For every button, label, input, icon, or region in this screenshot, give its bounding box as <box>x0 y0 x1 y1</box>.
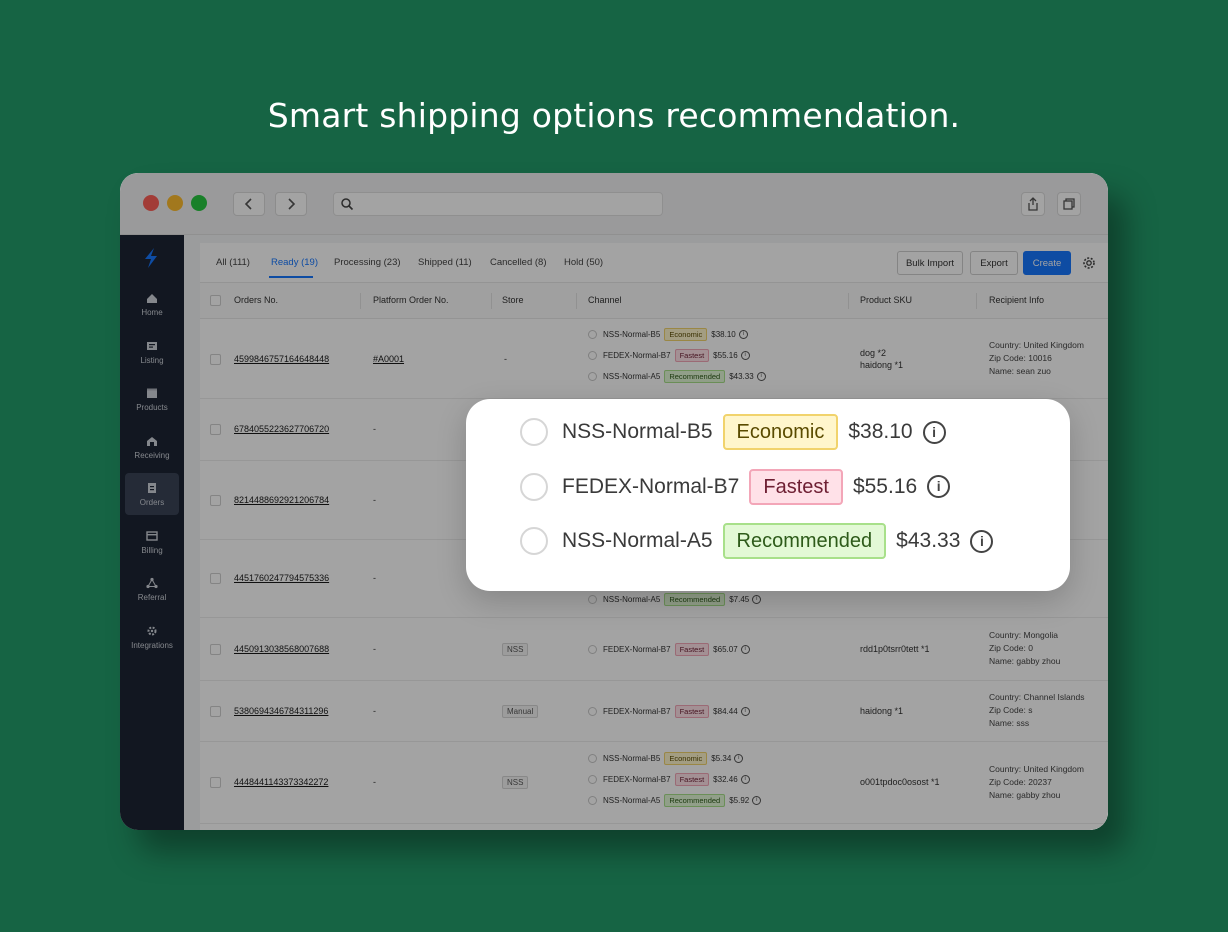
channel-radio[interactable] <box>520 472 548 501</box>
channel-radio[interactable] <box>520 527 548 555</box>
channel-tag: Fastest <box>749 468 843 505</box>
channel-price: $43.33 <box>896 529 961 552</box>
channel-name: NSS-Normal-A5 <box>562 529 713 552</box>
channel-radio[interactable] <box>520 418 548 446</box>
channel-tag: Economic <box>722 414 839 450</box>
channel-name: FEDEX-Normal-B7 <box>562 474 740 498</box>
channel-name: NSS-Normal-B5 <box>562 420 713 443</box>
channel-options-zoom: NSS-Normal-B5 Economic $38.10 i FEDEX-Normal… <box>466 399 1070 591</box>
info-icon[interactable]: i <box>970 529 994 553</box>
zoomed-channel-option[interactable]: NSS-Normal-A5 Recommended $43.33 i <box>520 522 994 560</box>
page-headline: Smart shipping options recommendation. <box>267 96 961 135</box>
zoomed-channel-option[interactable]: NSS-Normal-B5 Economic $38.10 i <box>520 413 946 451</box>
info-icon[interactable]: i <box>922 420 946 444</box>
info-icon[interactable]: i <box>927 475 951 498</box>
channel-price: $55.16 <box>852 474 918 498</box>
channel-price: $38.10 <box>848 420 913 443</box>
zoomed-channel-option[interactable]: FEDEX-Normal-B7 Fastest $55.16 i <box>520 468 951 506</box>
channel-tag: Recommended <box>722 523 887 559</box>
